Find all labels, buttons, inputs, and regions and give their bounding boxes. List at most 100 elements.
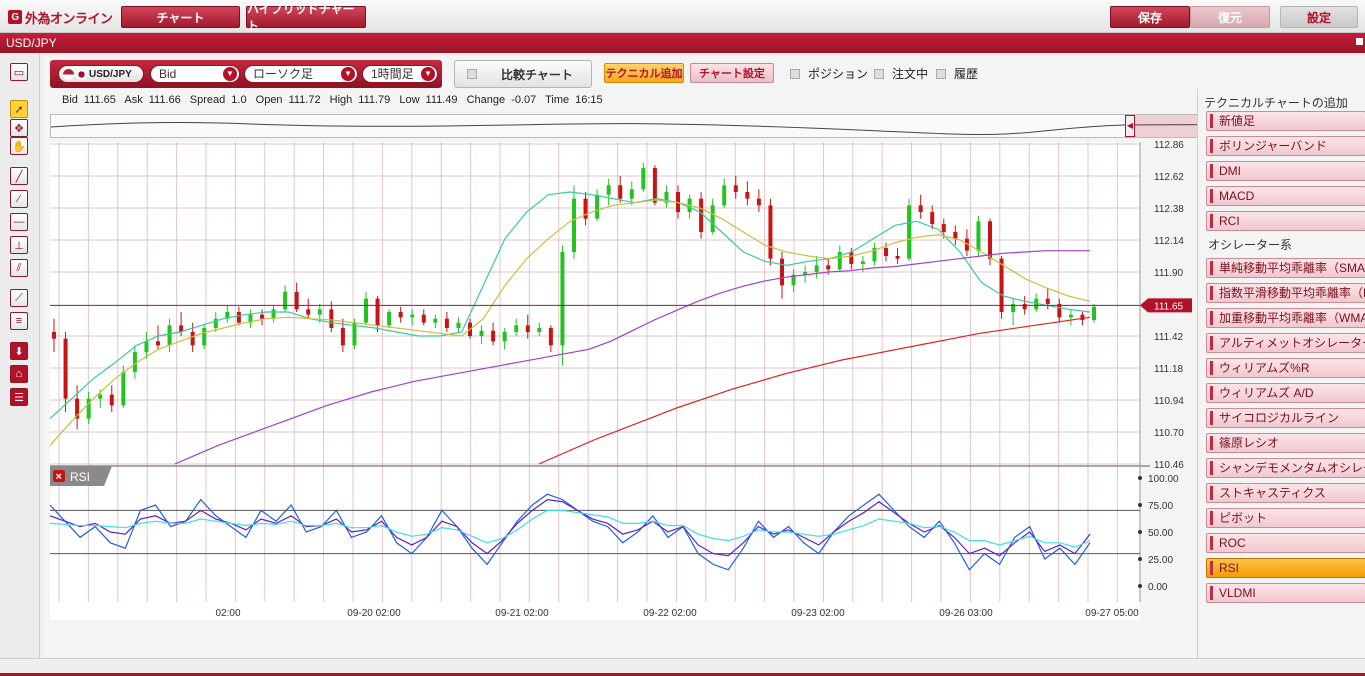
indicator-item[interactable]: アルティメットオシレーター [1206,333,1365,353]
candle-body [271,309,276,319]
symbol-selector[interactable]: USD/JPY [58,65,144,83]
indicator-item[interactable]: ROC [1206,533,1365,553]
indicator-item[interactable]: MACD [1206,186,1365,206]
indicator-item[interactable]: サイコロジカルライン [1206,408,1365,428]
save-button[interactable]: 保存 [1110,6,1190,28]
download-icon[interactable]: ⬇ [10,342,28,360]
hybrid-chart-nav-button[interactable]: ハイブリッドチャート [246,2,366,33]
history-toggle[interactable]: 履歴 [936,65,978,82]
candle-body [756,198,761,206]
window-layout-icon[interactable]: ▭ [10,63,28,81]
rsi-tick-dot [1138,503,1142,507]
indicator-item[interactable]: DMI [1206,161,1365,181]
indicator-item[interactable]: 加重移動平均乖離率（WMA） [1206,308,1365,328]
trend-line-icon[interactable]: ╱ [10,167,28,185]
indicator-item[interactable]: RSI [1206,558,1365,578]
candle-body [606,185,611,195]
indicator-item[interactable]: ウィリアムズ A/D [1206,383,1365,403]
candle-body [595,194,600,219]
chart-type-select[interactable]: ローソク足 ▼ [244,65,358,83]
crosshair-tool-icon[interactable]: ✥ [10,119,28,137]
chart-panel: USD/JPY Bid ▼ ローソク足 ▼ 1時間足 ▼ 比較チャート テクニカ… [44,56,1365,658]
indicator-item[interactable]: 単純移動平均乖離率（SMA） [1206,258,1365,278]
indicator-item[interactable]: 篠原レシオ [1206,433,1365,453]
candle-body [52,332,56,339]
status-bar [0,658,1365,676]
indicator-item[interactable]: ボリンジャーバンド [1206,136,1365,156]
price-chart[interactable]: 112.86 112.62 112.38 112.14 111.90 111.42 111.… [44,140,1196,658]
symbol-label: USD/JPY [89,68,132,80]
position-toggle[interactable]: ポジション [790,65,868,82]
jp-flag-icon [76,68,87,80]
low-value: 111.49 [425,94,458,106]
vertical-line-icon[interactable]: ⊥ [10,236,28,254]
window-title: USD/JPY [6,36,57,50]
line-tool-icon[interactable]: ⁄ [10,190,28,208]
indicator-item[interactable]: ウィリアムズ%R [1206,358,1365,378]
fibonacci-retracement-icon[interactable]: ≡ [10,312,28,330]
window-control-icon[interactable] [1356,38,1363,45]
indicator-item[interactable]: 指数平滑移動平均乖離率（EMA） [1206,283,1365,303]
orders-checkbox[interactable] [874,68,884,79]
indicator-item[interactable]: ピボット [1206,508,1365,528]
rsi-tick-label: 100.00 [1148,474,1179,485]
settings-button[interactable]: 設定 [1280,6,1358,28]
orders-toggle[interactable]: 注文中 [874,65,928,82]
candle-body [491,330,496,342]
candle-body [976,221,981,251]
candle-body [121,372,126,406]
indicator-item[interactable]: VLDMI [1206,583,1365,603]
compare-checkbox[interactable] [467,69,477,79]
chart-nav-button[interactable]: チャート [121,6,240,28]
history-checkbox[interactable] [936,68,946,79]
indicator-item[interactable]: 新値足 [1206,111,1365,131]
candle-body [306,309,311,315]
hand-tool-icon[interactable]: ✋ [10,137,28,155]
logo-icon: G [8,10,22,24]
ask-value: 111.66 [148,94,181,106]
indicator-item[interactable]: シャンデモメンタムオシレーター [1206,458,1365,478]
list-icon[interactable]: ☰ [10,388,28,406]
history-label: 履歴 [954,67,979,81]
candle-body [953,232,958,239]
time-value: 16:15 [575,94,603,106]
fibonacci-fan-icon[interactable]: ⟋ [10,289,28,307]
position-checkbox[interactable] [790,68,800,79]
compare-label: 比較チャート [501,67,573,82]
price-type-select[interactable]: Bid ▼ [150,65,240,83]
candle-body [1068,314,1073,318]
drawing-toolbar: ▭ ➚ ✥ ✋ ╱ ⁄ — ⊥ ⫽ ⟋ ≡ ⬇ ⌂ ☰ [0,53,40,658]
candle-body [444,318,449,328]
candle-body [514,325,519,332]
candle-body [548,328,553,346]
rsi-tick-label: 0.00 [1148,582,1168,593]
open-value: 111.72 [288,94,321,106]
indicator-item[interactable]: RCI [1206,211,1365,231]
candle-body [641,168,646,190]
rsi-plot-area [50,466,1140,602]
spread-label: Spread [189,94,226,106]
candle-body [860,261,865,264]
close-icon-glyph: × [56,471,62,483]
candle-body [132,352,137,372]
candle-body [63,338,68,399]
indicator-item[interactable]: ストキャスティクス [1206,483,1365,503]
channel-tool-icon[interactable]: ⫽ [10,259,28,277]
pointer-tool-icon[interactable]: ➚ [10,100,28,118]
technical-add-button[interactable]: テクニカル追加 [604,63,684,83]
candle-body [98,394,103,399]
timeframe-select[interactable]: 1時間足 ▼ [362,65,438,83]
candle-body [826,265,831,270]
compare-chart-button[interactable]: 比較チャート [454,60,592,88]
range-left-handle-icon[interactable]: ◀ [1125,115,1135,137]
alert-bell-icon[interactable]: ⌂ [10,365,28,383]
brand-logo[interactable]: G 外為オンライン [8,8,113,26]
chart-settings-button[interactable]: チャート設定 [690,63,774,83]
timeframe-value: 1時間足 [371,67,414,81]
candle-body [283,292,288,310]
window-title-bar: USD/JPY [0,33,1365,53]
horizontal-line-icon[interactable]: — [10,213,28,231]
overview-navigator[interactable]: ◀ ▶ [50,114,1350,138]
restore-button[interactable]: 復元 [1190,6,1270,28]
candle-body [780,258,784,286]
